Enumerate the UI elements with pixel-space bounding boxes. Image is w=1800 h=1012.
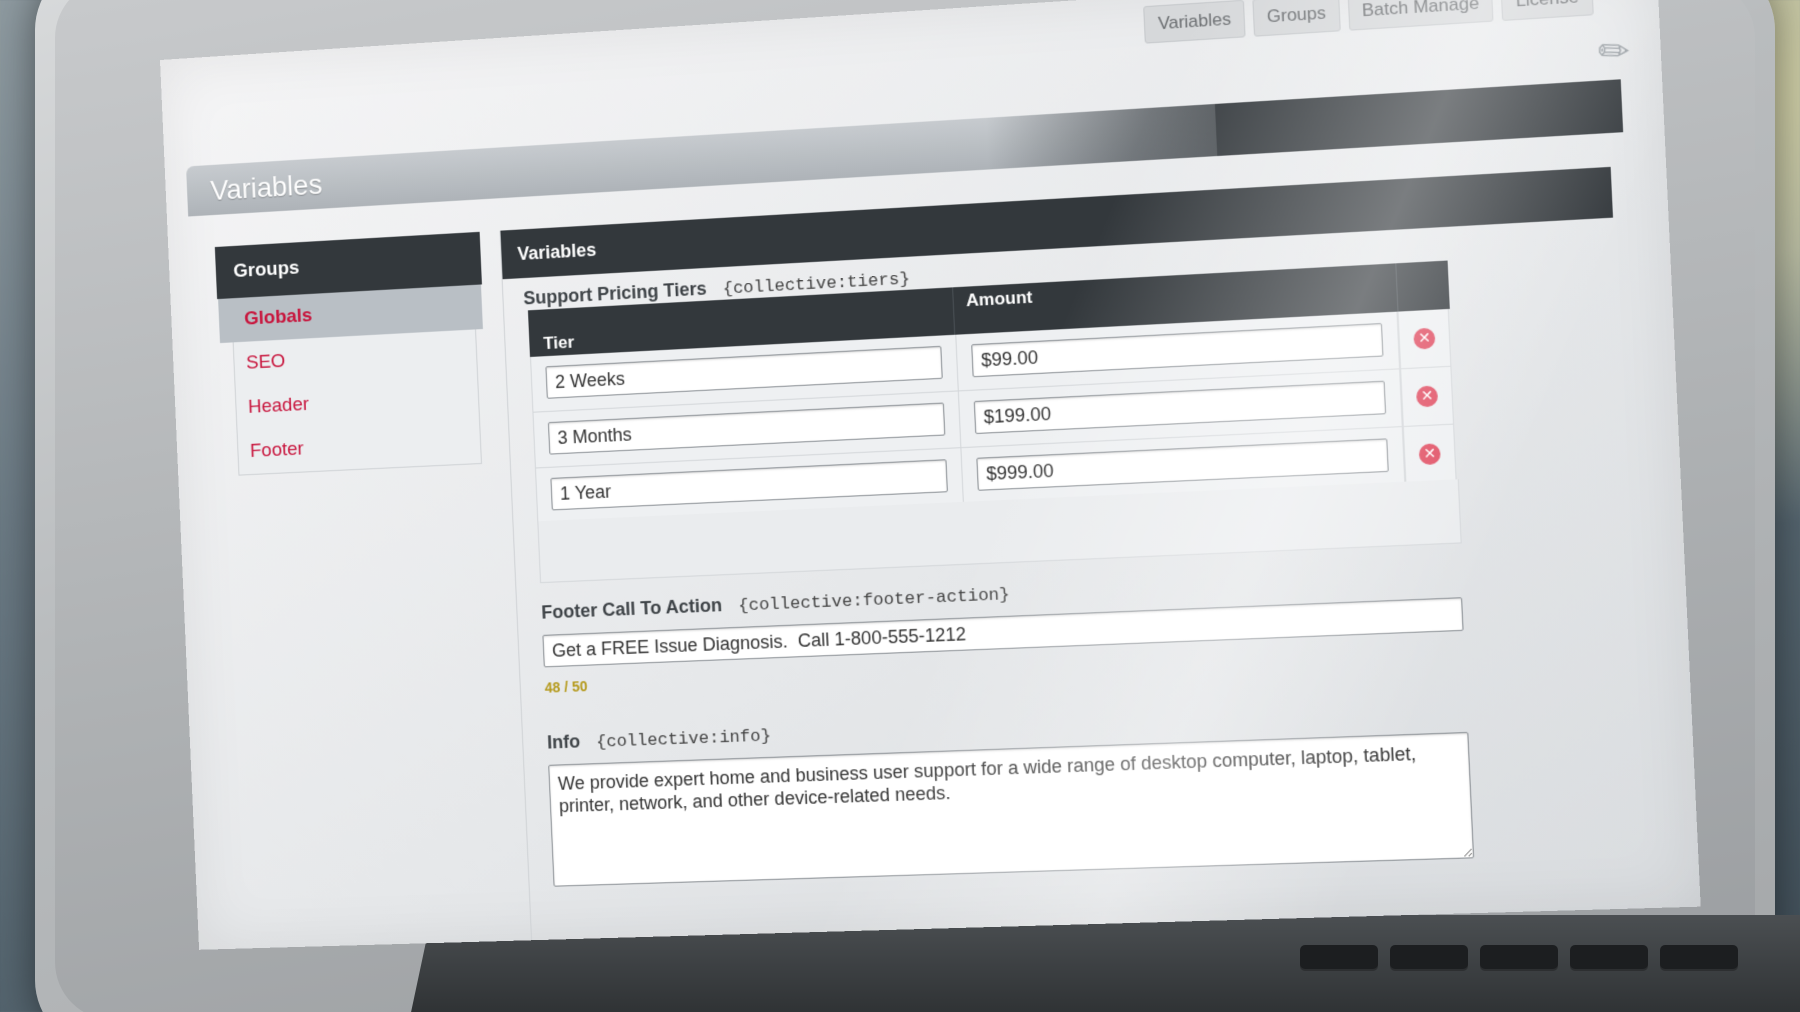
page-title: Variables (209, 168, 323, 207)
amount-input[interactable] (976, 438, 1389, 491)
tier-input[interactable] (545, 345, 943, 399)
pencil-icon: ✎ (1588, 25, 1641, 78)
info-textarea[interactable]: We provide expert home and business user… (548, 731, 1475, 887)
groups-sidebar: Groups Globals SEO Header Footer (214, 231, 490, 476)
amount-input[interactable] (971, 322, 1384, 378)
variables-panel: Variables Support Pricing Tiers {collect… (499, 166, 1647, 950)
row-action-cell: ✕ (1397, 308, 1452, 370)
header-dark-band (1214, 79, 1624, 157)
footer-cta-field: Footer Call To Action {collective:footer… (540, 563, 1465, 696)
remove-row-icon[interactable]: ✕ (1418, 443, 1441, 466)
info-tag: {collective:info} (595, 727, 772, 753)
app-screen: Variables Groups Batch Manage License ✎ … (160, 0, 1701, 950)
footer-cta-tag: {collective:footer-action} (737, 585, 1011, 617)
top-navigation: Variables Groups Batch Manage License (1143, 0, 1594, 44)
footer-cta-label: Footer Call To Action (540, 594, 723, 623)
tier-input[interactable] (550, 459, 948, 511)
remove-row-icon[interactable]: ✕ (1413, 327, 1436, 350)
remove-row-icon[interactable]: ✕ (1415, 385, 1439, 408)
screen-wrapper: Variables Groups Batch Manage License ✎ … (0, 0, 1800, 1012)
pricing-tiers-matrix: Tier Amount (527, 260, 1450, 525)
tab-groups[interactable]: Groups (1252, 0, 1341, 37)
row-action-cell: ✕ (1400, 366, 1455, 428)
row-action-cell: ✕ (1402, 424, 1457, 485)
tier-input[interactable] (547, 402, 946, 455)
sidebar-list: Globals SEO Header Footer (218, 284, 483, 476)
amount-input[interactable] (973, 380, 1387, 435)
matrix-header-action (1395, 260, 1450, 312)
tab-license[interactable]: License (1500, 0, 1594, 21)
tab-variables[interactable]: Variables (1143, 0, 1246, 44)
info-label: Info (546, 731, 581, 753)
info-field: Info {collective:info} We provide expert… (547, 698, 1475, 892)
tab-batch-manage[interactable]: Batch Manage (1347, 0, 1494, 31)
